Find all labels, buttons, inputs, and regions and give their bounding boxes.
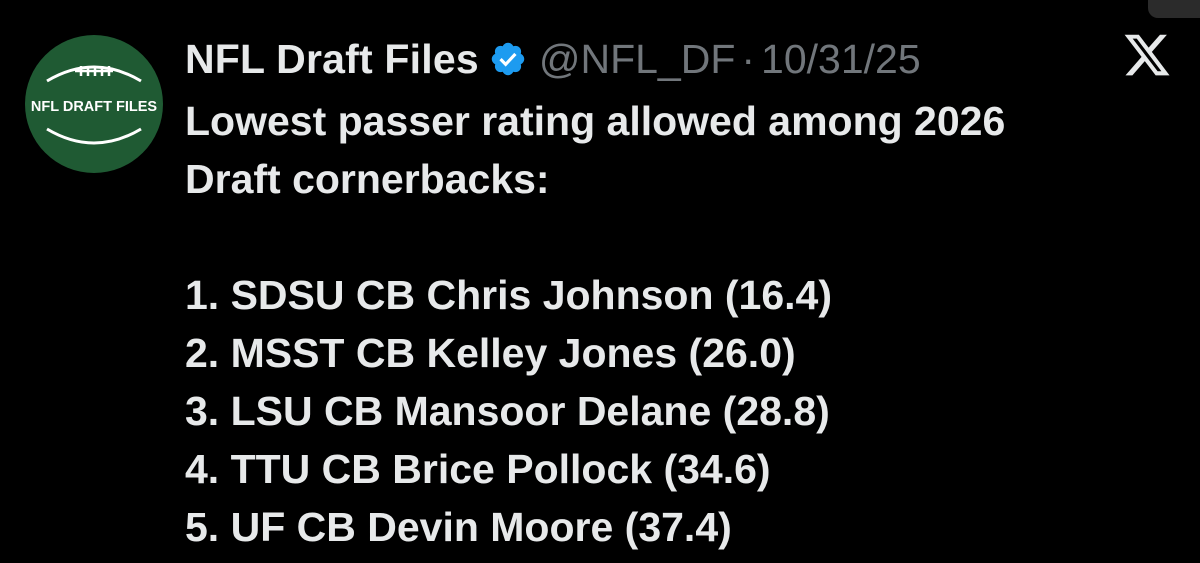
post-date[interactable]: 10/31/25 xyxy=(761,36,921,83)
avatar-text: NFL DRAFT FILES xyxy=(31,99,158,115)
list-item: 3. LSU CB Mansoor Delane (28.8) xyxy=(185,388,830,434)
post: NFL DRAFT FILES NFL Draft Files @NFL_DF … xyxy=(0,0,1200,563)
post-text-line: Draft cornerbacks: xyxy=(185,156,550,202)
list-item: 2. MSST CB Kelley Jones (26.0) xyxy=(185,330,796,376)
list-item: 5. UF CB Devin Moore (37.4) xyxy=(185,504,732,550)
verified-badge-icon xyxy=(489,40,527,78)
post-text-line: Lowest passer rating allowed among 2026 xyxy=(185,98,1006,144)
post-text: Lowest passer rating allowed among 2026 … xyxy=(185,92,1165,556)
list-item: 1. SDSU CB Chris Johnson (16.4) xyxy=(185,272,833,318)
header-separator: · xyxy=(741,35,756,82)
x-logo-icon xyxy=(1122,30,1172,80)
avatar[interactable]: NFL DRAFT FILES xyxy=(25,35,163,173)
account-handle[interactable]: @NFL_DF xyxy=(539,36,736,83)
post-header: NFL Draft Files @NFL_DF · 10/31/25 xyxy=(185,28,921,90)
list-item: 4. TTU CB Brice Pollock (34.6) xyxy=(185,446,771,492)
display-name[interactable]: NFL Draft Files xyxy=(185,36,479,83)
corner-overlay xyxy=(1148,0,1200,18)
avatar-logo-icon: NFL DRAFT FILES xyxy=(31,65,158,145)
ranking-list: 1. SDSU CB Chris Johnson (16.4) 2. MSST … xyxy=(185,266,1165,556)
